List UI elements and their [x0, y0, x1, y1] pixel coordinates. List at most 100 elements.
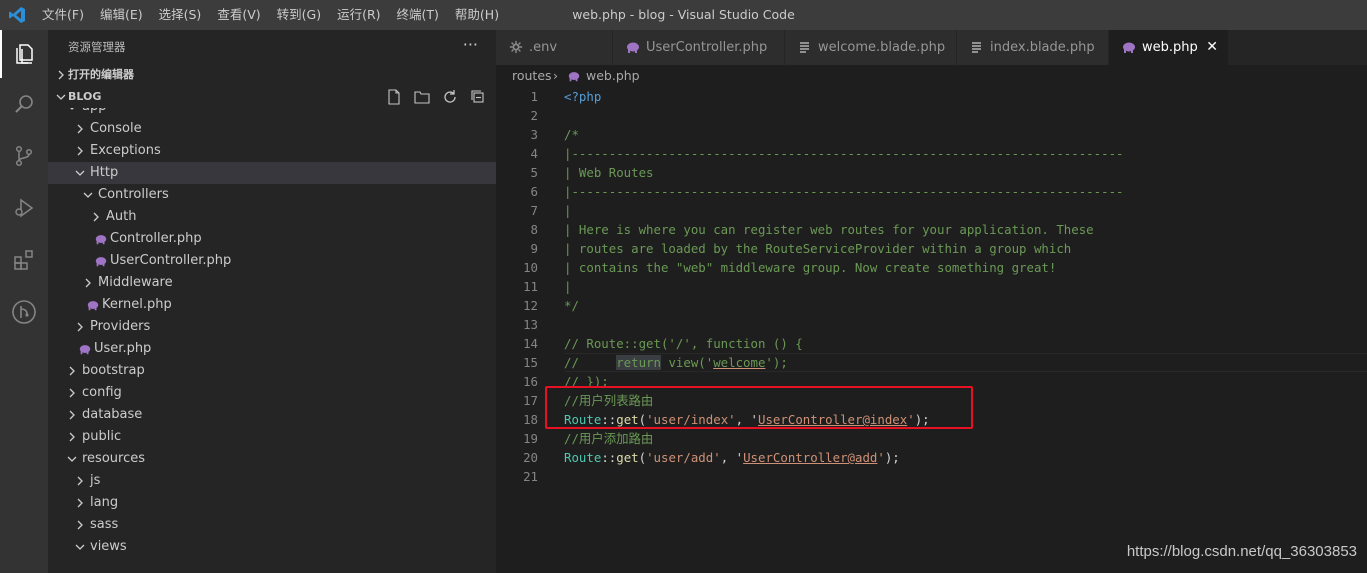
- tab-label: index.blade.php: [990, 40, 1095, 55]
- code-line[interactable]: |: [564, 277, 571, 296]
- tree-item[interactable]: js: [48, 470, 496, 492]
- menu-item[interactable]: 转到(G): [269, 0, 329, 30]
- tab-env[interactable]: .env: [496, 30, 613, 65]
- tree-item[interactable]: views: [48, 536, 496, 558]
- line-number: 12: [523, 298, 538, 313]
- code-line[interactable]: | contains the "web" middleware group. N…: [564, 258, 1056, 277]
- code-line[interactable]: */: [564, 296, 579, 315]
- close-icon[interactable]: ✕: [1206, 30, 1218, 65]
- tree-item[interactable]: sass: [48, 514, 496, 536]
- php-elephant-icon: [627, 42, 639, 53]
- tab-usercontroller[interactable]: UserController.php: [613, 30, 785, 65]
- tree-item[interactable]: Middleware: [48, 272, 496, 294]
- run-debug-icon[interactable]: [0, 184, 48, 232]
- chevron-right-icon: [74, 118, 86, 140]
- tree-item[interactable]: lang: [48, 492, 496, 514]
- menu-item[interactable]: 终端(T): [389, 0, 447, 30]
- menu-item[interactable]: 选择(S): [151, 0, 210, 30]
- search-icon[interactable]: [0, 80, 48, 128]
- extensions-icon[interactable]: [0, 236, 48, 284]
- tree-item-label: Controller.php: [110, 231, 202, 246]
- collapse-all-icon[interactable]: [470, 89, 486, 105]
- tree-item-label: Auth: [106, 209, 137, 224]
- more-actions-icon[interactable]: ···: [463, 30, 478, 60]
- menu-item[interactable]: 文件(F): [34, 0, 92, 30]
- line-number: 19: [523, 431, 538, 446]
- line-number: 10: [523, 260, 538, 275]
- code-line[interactable]: | Here is where you can register web rou…: [564, 220, 1094, 239]
- tree-item[interactable]: Controllers: [48, 184, 496, 206]
- tree-item[interactable]: Providers: [48, 316, 496, 338]
- tree-item[interactable]: Kernel.php: [48, 294, 496, 316]
- code-token: ': [877, 450, 885, 465]
- code-line[interactable]: |---------------------------------------…: [564, 182, 1124, 201]
- code-editor[interactable]: 1 <?php 2 3 /* 4 |----------------------------…: [496, 87, 1367, 573]
- chevron-right-icon: [90, 206, 102, 228]
- code-line[interactable]: |---------------------------------------…: [564, 144, 1124, 163]
- tree-item[interactable]: bootstrap: [48, 360, 496, 382]
- chevron-right-icon: [74, 492, 86, 514]
- editor-tabs: .env UserController.php welcome.blade.ph…: [496, 30, 1367, 65]
- tree-item[interactable]: User.php: [48, 338, 496, 360]
- vscode-logo-icon: [9, 7, 25, 23]
- tree-item-label: Providers: [90, 319, 151, 334]
- tree-item[interactable]: app: [48, 108, 496, 118]
- chevron-right-icon: [74, 514, 86, 536]
- code-line[interactable]: | routes are loaded by the RouteServiceP…: [564, 239, 1071, 258]
- code-token: //用户添加路由: [564, 431, 654, 446]
- line-number: 9: [530, 241, 538, 256]
- code-line[interactable]: //用户添加路由: [564, 429, 653, 448]
- new-folder-icon[interactable]: [414, 89, 430, 105]
- code-token: //: [564, 355, 617, 370]
- code-line[interactable]: // Route::get('/', function () {: [564, 334, 803, 353]
- tree-item[interactable]: Auth: [48, 206, 496, 228]
- line-number: 1: [530, 89, 538, 104]
- menu-item[interactable]: 编辑(E): [92, 0, 151, 30]
- menu-item[interactable]: 查看(V): [209, 0, 268, 30]
- menu-item[interactable]: 帮助(H): [447, 0, 507, 30]
- git-graph-icon[interactable]: [0, 288, 48, 336]
- breadcrumb-separator: ›: [553, 68, 558, 83]
- code-token: ');: [765, 355, 788, 370]
- source-control-icon[interactable]: [0, 132, 48, 180]
- code-line[interactable]: Route::get('user/add', 'UserController@a…: [564, 448, 900, 467]
- new-file-icon[interactable]: [386, 89, 402, 105]
- open-editors-section[interactable]: 打开的编辑器: [48, 64, 496, 86]
- code-token: |: [564, 203, 572, 218]
- code-token: */: [564, 298, 579, 313]
- tree-item[interactable]: Exceptions: [48, 140, 496, 162]
- tab-web-php[interactable]: web.php ✕: [1109, 30, 1229, 65]
- tree-item-label: User.php: [94, 341, 152, 356]
- code-line[interactable]: |: [564, 201, 571, 220]
- tree-item[interactable]: database: [48, 404, 496, 426]
- breadcrumb-file[interactable]: web.php: [586, 65, 640, 87]
- code-line[interactable]: | Web Routes: [564, 163, 654, 182]
- tree-item[interactable]: Console: [48, 118, 496, 140]
- code-line[interactable]: /*: [564, 125, 579, 144]
- window-title: web.php - blog - Visual Studio Code: [572, 7, 795, 22]
- chevron-right-icon: [66, 382, 78, 404]
- line-number: 2: [530, 108, 538, 123]
- tree-item[interactable]: resources: [48, 448, 496, 470]
- code-token: |: [564, 279, 572, 294]
- line-number: 13: [523, 317, 538, 332]
- tree-item[interactable]: config: [48, 382, 496, 404]
- tab-welcome-blade[interactable]: welcome.blade.php: [785, 30, 957, 65]
- refresh-icon[interactable]: [442, 89, 458, 105]
- tree-item[interactable]: UserController.php: [48, 250, 496, 272]
- breadcrumb-folder[interactable]: routes: [512, 65, 552, 87]
- tree-item-label: Controllers: [98, 187, 169, 202]
- gear-icon: [509, 40, 523, 54]
- code-line[interactable]: // return view('welcome');: [564, 353, 788, 372]
- menu-item[interactable]: 运行(R): [329, 0, 388, 30]
- tab-index-blade[interactable]: index.blade.php: [957, 30, 1109, 65]
- tree-item[interactable]: Controller.php: [48, 228, 496, 250]
- line-number: 5: [530, 165, 538, 180]
- tree-item[interactable]: Http: [48, 162, 496, 184]
- line-number: 18: [523, 412, 538, 427]
- explorer-icon[interactable]: [0, 30, 48, 78]
- tree-item[interactable]: public: [48, 426, 496, 448]
- chevron-right-icon: [74, 140, 86, 162]
- tree-item-label: Middleware: [98, 275, 173, 290]
- code-line[interactable]: <?php: [564, 87, 601, 106]
